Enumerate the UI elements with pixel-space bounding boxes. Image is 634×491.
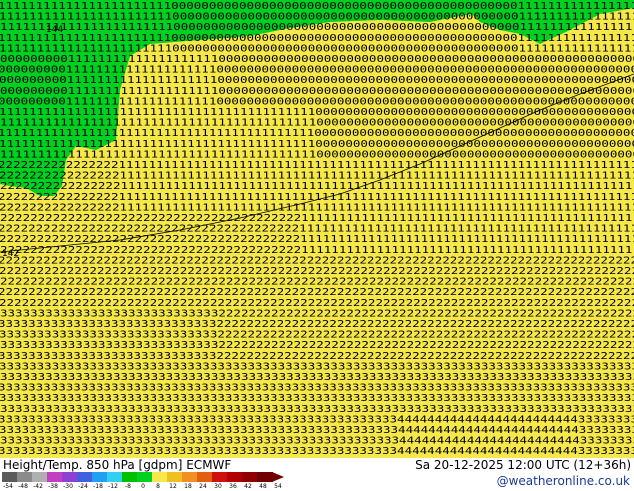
scale-tick-label: 42 [244, 483, 252, 490]
digit-row: 2222222222222222222222222222222222222222… [0, 245, 634, 256]
scale-swatch [77, 472, 93, 482]
digit-row: 1111111111111111111111100000000000000000… [0, 12, 634, 23]
scale-tick-label: 8 [156, 483, 160, 490]
scale-swatch [167, 472, 183, 482]
digit-row: 3333333333333333333333333333333333333333… [0, 393, 634, 404]
digit-row: 1111111111111111111111111111111111111111… [0, 149, 634, 160]
digit-row: 0000000001111111111111111111100000000000… [0, 54, 634, 65]
scale-swatch [227, 472, 243, 482]
color-scale-bar [2, 472, 292, 482]
scale-arrow-icon [272, 472, 284, 482]
scale-swatch [212, 472, 228, 482]
digit-row: 3333333333333333333333333333333333333333… [0, 383, 634, 394]
scale-tick-label: 36 [229, 483, 237, 490]
digit-row: 1111111111111111111111111111111111111111… [0, 139, 634, 150]
scale-tick-label: 18 [184, 483, 192, 490]
digit-row: 2222222222222222222222222222222222222222… [0, 266, 634, 277]
digit-row: 1111111111111111111111100000000000000000… [0, 1, 634, 12]
scale-tick-label: 48 [259, 483, 267, 490]
digit-row: 0000000001111111111111111111100000000000… [0, 75, 634, 86]
scale-swatch [17, 472, 33, 482]
scale-tick-label: -38 [48, 483, 58, 490]
scale-tick-label: -30 [63, 483, 73, 490]
temperature-digit-grid: 1111111111111111111111100000000000000000… [0, 1, 634, 457]
scale-tick-label: 54 [274, 483, 282, 490]
digit-row: 1111111111111111111111111111111111111111… [0, 107, 634, 118]
scale-swatch [122, 472, 138, 482]
digit-row: 2222222222222222222222222222222222222222… [0, 234, 634, 245]
valid-time: Sa 20-12-2025 12:00 UTC (12+36h) [415, 458, 631, 472]
scale-tick-label: -24 [78, 483, 88, 490]
temperature-field: 1111111111111111111111100000000000000000… [0, 0, 634, 457]
scale-swatch [242, 472, 258, 482]
digit-row: 1111111111111111111111100000000000000000… [0, 22, 634, 33]
scale-tick-label: -54 [3, 483, 13, 490]
credit-link[interactable]: @weatheronline.co.uk [497, 474, 630, 488]
digit-row: 1111111111111111111111111111111111111111… [0, 128, 634, 139]
digit-row: 3333333333333333333333333333322222222222… [0, 340, 634, 351]
scale-swatch [92, 472, 108, 482]
digit-row: 3333333333333333333333333333322222222222… [0, 330, 634, 341]
scale-swatch [2, 472, 18, 482]
scale-tick-label: 30 [214, 483, 222, 490]
contour-label-144: 144 [46, 25, 63, 35]
digit-row: 0000000001111111111111111111100000000000… [0, 65, 634, 76]
scale-swatch [197, 472, 213, 482]
digit-row: 2222222222222222111111111111111111111111… [0, 171, 634, 182]
digit-row: 3333333333333333333333333333333333333333… [0, 425, 634, 436]
digit-row: 3333333333333333333333333333333333333333… [0, 361, 634, 372]
scale-swatch [137, 472, 153, 482]
digit-row: 3333333333333333333333333333322222222222… [0, 308, 634, 319]
contour-label-142: 142 [2, 249, 19, 259]
digit-row: 2222222222222222111111111111111111111111… [0, 202, 634, 213]
digit-row: 2222222222222222111111111111111111111111… [0, 160, 634, 171]
digit-row: 3333333333333333333333333333333333333333… [0, 372, 634, 383]
scale-tick-label: 24 [199, 483, 207, 490]
digit-row: 2222222222222222222222222222222222222222… [0, 277, 634, 288]
scale-swatch [257, 472, 273, 482]
scale-tick-label: 12 [169, 483, 177, 490]
digit-row: 2222222222222222111111111111111111111111… [0, 181, 634, 192]
scale-swatch [152, 472, 168, 482]
digit-row: 3333333333333333333333333333333333333333… [0, 414, 634, 425]
digit-row: 2222222222222222222222222222222222222222… [0, 287, 634, 298]
digit-row: 0000000001111111111111111111100000000000… [0, 86, 634, 97]
scale-swatch [62, 472, 78, 482]
scale-swatch [32, 472, 48, 482]
digit-row: 2222222222222222222222222222222222222222… [0, 224, 634, 235]
scale-tick-label: -12 [108, 483, 118, 490]
digit-row: 3333333333333333333333333333333333333333… [0, 404, 634, 415]
scale-tick-label: -8 [125, 483, 131, 490]
weather-map[interactable]: 1111111111111111111111100000000000000000… [0, 0, 634, 458]
digit-row: 0000000001111111111111111111100000000000… [0, 96, 634, 107]
digit-row: 2222222222222222222222222222222222222222… [0, 255, 634, 266]
scale-tick-label: 0 [141, 483, 145, 490]
digit-row: 3333333333333333333333333333333333333333… [0, 446, 634, 457]
scale-swatch [47, 472, 63, 482]
digit-row: 3333333333333333333333333333322222222222… [0, 319, 634, 330]
digit-row: 1111111111111111111111100000000000000000… [0, 33, 634, 44]
digit-row: 1111111111111111111111111111111111111111… [0, 118, 634, 129]
digit-row: 3333333333333333333333333333322222222222… [0, 351, 634, 362]
map-title: Height/Temp. 850 hPa [gdpm] ECMWF [3, 458, 232, 472]
digit-row: 2222222222222222222222222222222222222222… [0, 213, 634, 224]
scale-tick-label: -48 [18, 483, 28, 490]
scale-tick-label: -42 [33, 483, 43, 490]
digit-row: 2222222222222222222222222222222222222222… [0, 298, 634, 309]
digit-row: 3333333333333333333333333333333333333333… [0, 436, 634, 447]
scale-tick-label: -18 [93, 483, 103, 490]
digit-row: 1111111111111111111111100000000000000000… [0, 43, 634, 54]
map-footer: Height/Temp. 850 hPa [gdpm] ECMWF Sa 20-… [0, 458, 634, 490]
digit-row: 2222222222222222111111111111111111111111… [0, 192, 634, 203]
scale-swatch [107, 472, 123, 482]
scale-swatch [182, 472, 198, 482]
